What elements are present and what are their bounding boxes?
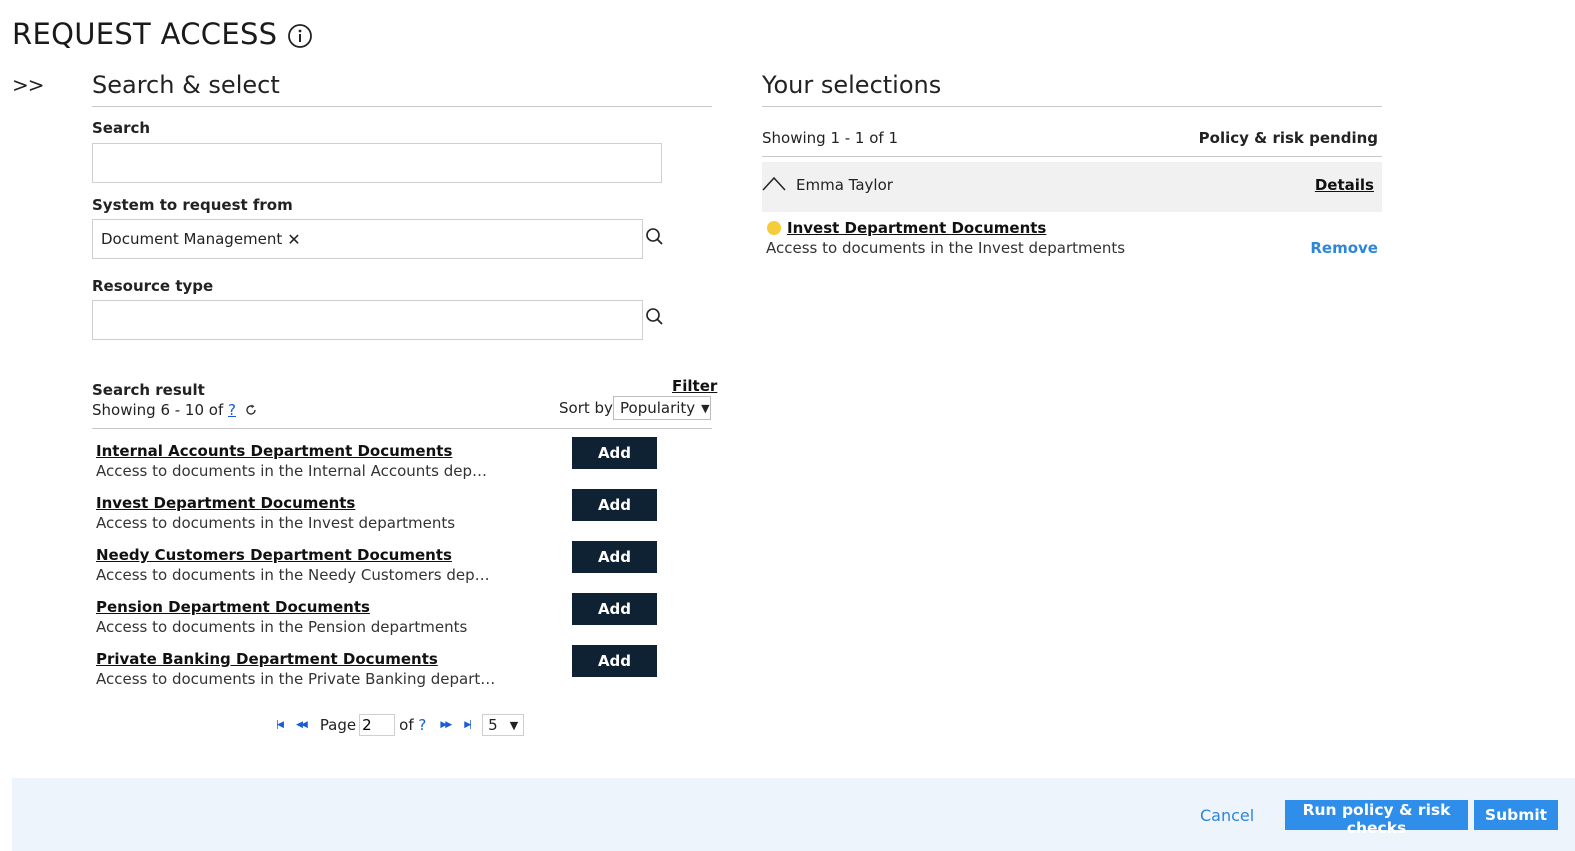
page-input[interactable] <box>359 714 396 736</box>
system-label: System to request from <box>92 196 293 214</box>
result-item-desc: Access to documents in the Pension depar… <box>96 618 468 636</box>
result-item-title[interactable]: Pension Department Documents <box>96 598 370 616</box>
sort-value: Popularity <box>620 399 696 417</box>
result-item-desc: Access to documents in the Private Banki… <box>96 670 496 688</box>
search-select-heading: Search & select <box>92 70 712 107</box>
result-item-desc: Access to documents in the Invest depart… <box>96 514 456 532</box>
page-total: of ? <box>399 716 426 734</box>
add-button[interactable]: Add <box>572 437 657 469</box>
remove-chip-icon[interactable]: ✕ <box>287 230 300 249</box>
chevron-down-icon: ▼ <box>701 401 710 415</box>
result-item: Internal Accounts Department Documents A… <box>96 437 712 494</box>
add-button[interactable]: Add <box>572 541 657 573</box>
result-count-text: Showing 6 - 10 of <box>92 401 229 419</box>
remove-link[interactable]: Remove <box>1300 239 1378 257</box>
last-page-icon[interactable]: ▶| <box>464 720 472 730</box>
result-item-desc: Access to documents in the Internal Acco… <box>96 462 496 480</box>
page-size-select[interactable]: 5 ▼ <box>482 714 525 736</box>
selections-heading: Your selections <box>762 70 1382 107</box>
info-icon[interactable] <box>287 23 313 49</box>
add-button[interactable]: Add <box>572 593 657 625</box>
page-size-value: 5 <box>488 716 498 734</box>
search-input[interactable] <box>92 143 662 183</box>
system-field[interactable]: Document Management ✕ <box>92 219 643 259</box>
first-page-icon[interactable]: |◀ <box>276 720 284 730</box>
add-button[interactable]: Add <box>572 489 657 521</box>
search-result-heading: Search result <box>92 381 205 399</box>
result-item: Needy Customers Department Documents Acc… <box>96 541 712 598</box>
divider <box>762 156 1382 157</box>
result-item: Private Banking Department Documents Acc… <box>96 645 712 702</box>
resource-type-label: Resource type <box>92 277 214 295</box>
submit-button[interactable]: Submit <box>1474 800 1558 830</box>
search-label: Search <box>92 119 151 137</box>
of-label: of <box>399 716 414 734</box>
result-count: Showing 6 - 10 of ? <box>92 401 257 419</box>
selected-item-title[interactable]: Invest Department Documents <box>787 219 1046 237</box>
result-item-title[interactable]: Invest Department Documents <box>96 494 355 512</box>
selection-count: Showing 1 - 1 of 1 <box>762 129 899 147</box>
cancel-button[interactable]: Cancel <box>1200 806 1254 825</box>
page-title: REQUEST ACCESS <box>12 17 278 51</box>
chevron-up-icon[interactable] <box>762 176 786 192</box>
sort-label: Sort by <box>559 399 613 417</box>
search-icon[interactable] <box>645 307 665 327</box>
next-page-icon[interactable]: ▶▶ <box>440 720 452 730</box>
policy-status: Policy & risk pending <box>1198 129 1378 147</box>
chevron-down-icon: ▼ <box>509 718 519 732</box>
total-pages: ? <box>418 716 427 734</box>
run-checks-button[interactable]: Run policy & risk checks <box>1285 800 1468 837</box>
sort-select[interactable]: Popularity ▼ <box>613 396 711 420</box>
selected-item-desc: Access to documents in the Invest depart… <box>766 239 1126 257</box>
total-count-link[interactable]: ? <box>228 401 236 419</box>
resource-type-input[interactable] <box>92 300 643 340</box>
prev-page-icon[interactable]: ◀◀ <box>296 720 308 730</box>
page-label: Page <box>319 716 357 734</box>
result-item-title[interactable]: Private Banking Department Documents <box>96 650 438 668</box>
result-item-desc: Access to documents in the Needy Custome… <box>96 566 496 584</box>
search-icon[interactable] <box>645 227 665 247</box>
add-button[interactable]: Add <box>572 645 657 677</box>
divider <box>92 428 712 429</box>
user-group-row: Emma Taylor Details <box>762 162 1382 212</box>
system-chip: Document Management <box>101 230 283 248</box>
result-item: Pension Department Documents Access to d… <box>96 593 712 650</box>
pagination: |◀ ◀◀ Page of ? ▶▶ ▶| 5 ▼ <box>276 713 525 737</box>
details-link[interactable]: Details <box>1315 176 1374 194</box>
refresh-icon[interactable] <box>245 404 257 416</box>
result-item: Invest Department Documents Access to do… <box>96 489 712 546</box>
result-item-title[interactable]: Needy Customers Department Documents <box>96 546 452 564</box>
result-item-title[interactable]: Internal Accounts Department Documents <box>96 442 452 460</box>
expand-panel-toggle[interactable]: >> <box>12 73 45 97</box>
pending-status-dot <box>767 221 781 235</box>
user-name: Emma Taylor <box>796 176 893 194</box>
filter-link[interactable]: Filter <box>672 377 717 395</box>
